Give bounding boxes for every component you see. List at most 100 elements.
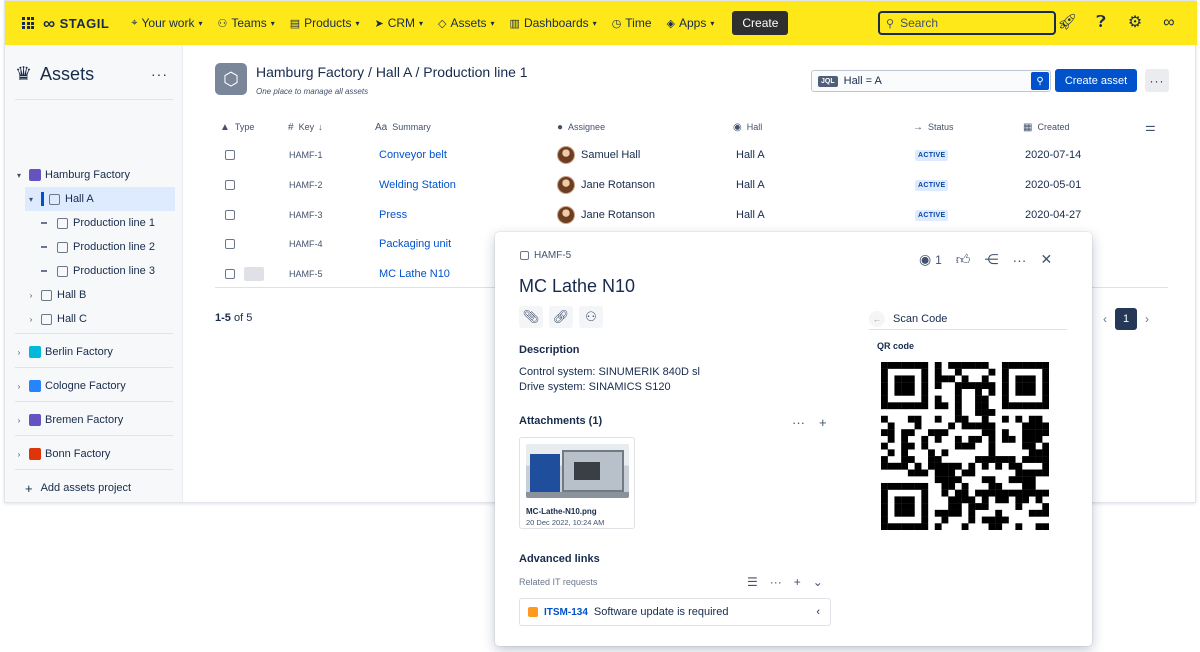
gear-icon[interactable]: ⚙ bbox=[1125, 13, 1145, 33]
jql-search-input[interactable]: JQL Hall = A ⚲ bbox=[811, 70, 1051, 92]
share-icon[interactable]: ⋲ bbox=[984, 251, 998, 268]
row-summary-link[interactable]: MC Lathe N10 bbox=[379, 259, 450, 289]
table-row[interactable]: HAMF-2 Welding Station Jane Rotanson Hal… bbox=[215, 170, 1168, 200]
attachment-card[interactable]: MC-Lathe-N10.png 20 Dec 2022, 10:24 AM bbox=[519, 437, 635, 529]
more-actions-button[interactable]: ··· bbox=[1145, 69, 1169, 92]
related-actions: ☰ ··· + ⌄ bbox=[747, 575, 823, 589]
create-asset-button[interactable]: Create asset bbox=[1055, 69, 1137, 92]
column-assignee[interactable]: ● Assignee bbox=[557, 117, 605, 137]
factory-icon bbox=[29, 414, 41, 426]
row-summary-link[interactable]: Press bbox=[379, 200, 407, 230]
search-input[interactable]: ⚲ Search bbox=[878, 11, 1056, 35]
send-icon: ➤ bbox=[374, 17, 384, 30]
column-key[interactable]: # Key ↓ bbox=[288, 117, 323, 137]
plus-icon: + bbox=[25, 480, 33, 496]
row-summary-link[interactable]: Conveyor belt bbox=[379, 140, 447, 170]
plus-icon[interactable]: + bbox=[794, 575, 801, 589]
page-button[interactable]: 1 bbox=[1115, 308, 1137, 330]
tree-item-berlin-factory[interactable]: › Berlin Factory bbox=[13, 340, 175, 364]
chevron-right-icon[interactable]: › bbox=[13, 416, 25, 425]
chevron-down-icon[interactable]: ▾ bbox=[13, 171, 25, 180]
related-item[interactable]: ITSM-134 Software update is required ‹ bbox=[519, 598, 831, 626]
factory-icon bbox=[29, 448, 41, 460]
chevron-left-icon[interactable]: ‹ bbox=[816, 606, 820, 618]
tree-item-hall-c[interactable]: › Hall C bbox=[25, 307, 175, 331]
attachment-thumbnail bbox=[526, 444, 629, 498]
tree-item-hall-b[interactable]: › Hall B bbox=[25, 283, 175, 307]
column-settings-icon[interactable]: ⚌ bbox=[1145, 117, 1156, 137]
attach-icon[interactable]: 📎︎ bbox=[519, 306, 543, 328]
tree-item-hall-a[interactable]: ▾ Hall A bbox=[25, 187, 175, 211]
search-icon[interactable]: ⚲ bbox=[1031, 72, 1049, 90]
row-summary-link[interactable]: Welding Station bbox=[379, 170, 456, 200]
stagil-logo[interactable]: ∞ STAGIL bbox=[43, 15, 109, 32]
filter-icon[interactable]: ☰ bbox=[747, 575, 758, 589]
nav-time[interactable]: ◷ Time bbox=[612, 16, 652, 30]
chevron-down-icon[interactable]: ▾ bbox=[25, 195, 37, 204]
app-switcher-icon[interactable] bbox=[22, 17, 34, 29]
selection-indicator bbox=[41, 192, 44, 206]
column-status[interactable]: → Status bbox=[913, 117, 954, 137]
attachment-name: MC-Lathe-N10.png bbox=[526, 507, 597, 516]
table-row[interactable]: HAMF-1 Conveyor belt Samuel Hall Hall A … bbox=[215, 140, 1168, 170]
help-icon[interactable]: ❓︎ bbox=[1091, 13, 1111, 33]
scan-code-tab[interactable]: ← Scan Code bbox=[869, 308, 1067, 330]
row-hall: Hall A bbox=[736, 209, 765, 221]
infinity-icon: ∞ bbox=[43, 13, 56, 33]
row-hall: Hall A bbox=[736, 179, 765, 191]
more-icon[interactable]: ··· bbox=[792, 415, 805, 430]
row-key: HAMF-2 bbox=[289, 180, 323, 190]
more-icon[interactable]: ··· bbox=[770, 575, 782, 589]
line-connector-icon bbox=[41, 246, 47, 248]
chevron-right-icon[interactable]: › bbox=[13, 348, 25, 357]
nav-your-work[interactable]: ⌖ Your work ▾ bbox=[131, 16, 202, 30]
nav-products[interactable]: ▤ Products ▾ bbox=[290, 16, 360, 30]
chevron-left-icon[interactable]: ‹ bbox=[1103, 312, 1107, 326]
tree-item-production-line-3[interactable]: Production line 3 bbox=[37, 259, 175, 283]
chevron-right-icon[interactable]: › bbox=[13, 450, 25, 459]
watch-button[interactable]: ◉ 1 bbox=[919, 251, 942, 268]
chevron-right-icon[interactable]: › bbox=[13, 382, 25, 391]
nav-teams[interactable]: ⚇ Teams ▾ bbox=[217, 16, 274, 30]
close-icon[interactable]: ✕ bbox=[1040, 251, 1052, 268]
column-summary[interactable]: Aa Summary bbox=[375, 117, 431, 137]
column-type[interactable]: ▲ Type bbox=[220, 117, 254, 137]
page-subtitle: One place to manage all assets bbox=[256, 87, 369, 96]
column-hall[interactable]: ◉ Hall bbox=[733, 117, 762, 137]
column-created[interactable]: ▦ Created bbox=[1023, 117, 1069, 137]
count-range: 1-5 bbox=[215, 312, 231, 324]
count-total: of 5 bbox=[230, 312, 253, 324]
nav-assets[interactable]: ◇ Assets ▾ bbox=[438, 16, 495, 30]
like-icon[interactable]: 👍︎ bbox=[956, 251, 971, 268]
hierarchy-icon[interactable]: ⚇ bbox=[579, 306, 603, 328]
nav-dashboards[interactable]: ▥ Dashboards ▾ bbox=[510, 16, 597, 30]
more-icon[interactable]: ··· bbox=[151, 66, 168, 82]
row-assignee: Jane Rotanson bbox=[581, 209, 655, 221]
tree-item-hamburg-factory[interactable]: ▾ Hamburg Factory bbox=[13, 163, 175, 187]
chevron-right-icon[interactable]: › bbox=[25, 315, 37, 324]
rocket-icon[interactable]: 🚀︎ bbox=[1057, 13, 1077, 33]
link-icon[interactable]: 🔗︎ bbox=[549, 306, 573, 328]
chevron-right-icon[interactable]: › bbox=[25, 291, 37, 300]
add-assets-project-button[interactable]: + Add assets project bbox=[25, 476, 175, 500]
nav-crm[interactable]: ➤ CRM ▾ bbox=[374, 16, 423, 30]
chevron-right-icon[interactable]: › bbox=[1145, 312, 1149, 326]
nav-apps[interactable]: ◈ Apps ▾ bbox=[667, 16, 715, 30]
tree-label: Hall B bbox=[57, 289, 87, 301]
plus-icon[interactable]: + bbox=[819, 415, 827, 430]
row-summary-link[interactable]: Packaging unit bbox=[379, 229, 451, 259]
infinity-icon[interactable]: ∞ bbox=[1159, 13, 1179, 33]
table-row[interactable]: HAMF-3 Press Jane Rotanson Hall A ACTIVE… bbox=[215, 200, 1168, 230]
result-count: 1-5 of 5 bbox=[215, 312, 252, 324]
attachments-heading: Attachments (1) bbox=[519, 415, 603, 427]
tree-item-production-line-2[interactable]: Production line 2 bbox=[37, 235, 175, 259]
chevron-down-icon[interactable]: ⌄ bbox=[813, 575, 823, 589]
tree-item-cologne-factory[interactable]: › Cologne Factory bbox=[13, 374, 175, 398]
more-icon[interactable]: ··· bbox=[1012, 252, 1026, 268]
tree-item-bremen-factory[interactable]: › Bremen Factory bbox=[13, 408, 175, 432]
arrow-left-icon[interactable]: ← bbox=[869, 310, 885, 327]
create-button[interactable]: Create bbox=[732, 11, 789, 35]
tree-item-production-line-1[interactable]: Production line 1 bbox=[37, 211, 175, 235]
related-key[interactable]: ITSM-134 bbox=[544, 607, 588, 618]
tree-item-bonn-factory[interactable]: › Bonn Factory bbox=[13, 442, 175, 466]
